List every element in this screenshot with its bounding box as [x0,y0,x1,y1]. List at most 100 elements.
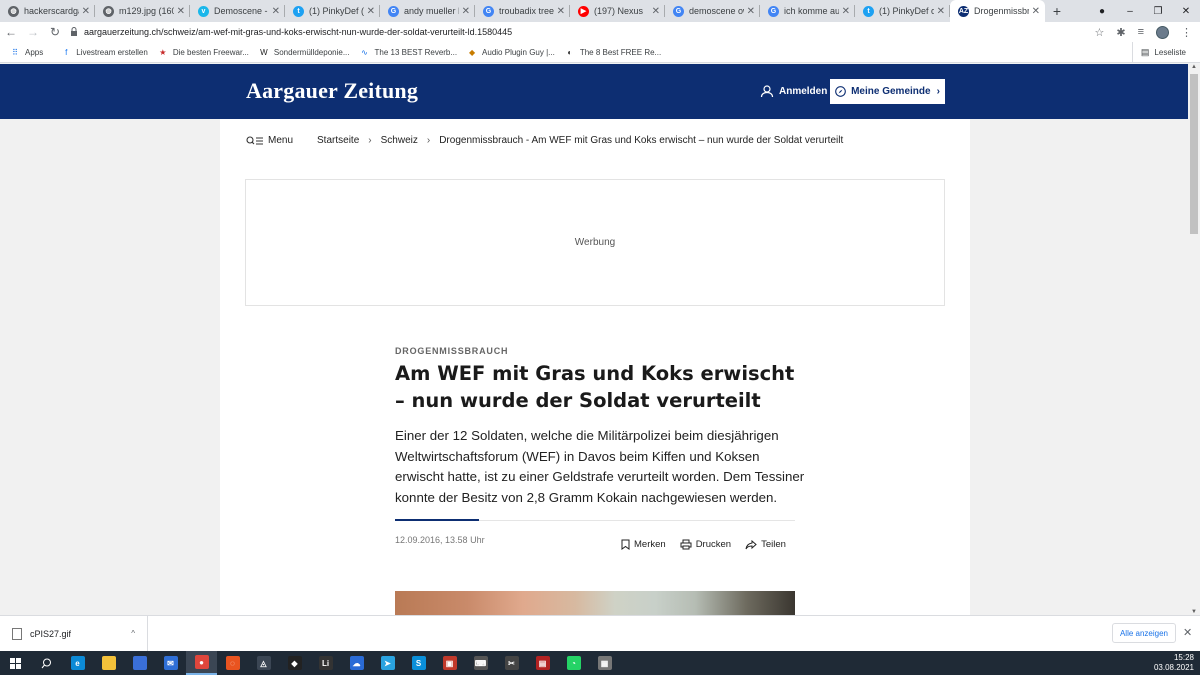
start-button[interactable] [0,651,31,675]
login-link[interactable]: Anmelden [760,84,827,98]
bookmark-item[interactable]: ★ Die besten Freewar... [158,47,249,57]
close-tab-icon[interactable]: ✕ [937,6,945,17]
apps-grid-icon: ⠿ [12,47,18,57]
show-all-downloads-button[interactable]: Alle anzeigen [1112,623,1176,643]
chevron-up-icon[interactable]: ^ [131,629,135,638]
page-viewport: Aargauer Zeitung Anmelden Meine Gemeinde… [0,64,1188,615]
close-tab-icon[interactable]: ✕ [1032,6,1040,17]
browser-menu-icon[interactable]: ⋮ [1181,26,1192,39]
taskbar-app-keyboard[interactable]: ⌨ [465,651,496,675]
login-label: Anmelden [779,85,828,97]
menu-button[interactable]: Menu [246,135,293,146]
close-tab-icon[interactable]: ✕ [842,6,850,17]
tab-1[interactable]: ◍ m129.jpg (1600✕ [95,0,190,22]
print-button[interactable]: Drucken [680,539,731,550]
bookmark-item[interactable]: ∿ The 13 BEST Reverb... [359,47,457,57]
bookmark-item[interactable]: W Sondermülldeponie... [259,47,349,57]
extensions-icon[interactable]: ✱ [1116,26,1125,39]
star-icon: ★ [159,47,167,57]
print-icon [680,539,692,550]
reload-button[interactable]: ↻ [44,25,66,39]
forward-button[interactable]: → [22,25,44,39]
taskbar-app-mail[interactable]: ✉ [155,651,186,675]
back-button[interactable]: ← [0,25,22,39]
close-tab-icon[interactable]: ✕ [747,6,755,17]
tab-strip: ◍hackerscardgam✕◍m129.jpg (1600✕vDemosce… [0,0,1200,22]
tab-6[interactable]: ▶ (197) Nexus ✕ [570,0,665,22]
bookmark-star-icon[interactable]: ☆ [1094,26,1104,39]
download-item[interactable]: cPIS27.gif ^ [0,615,148,652]
inkscape-icon: ◆ [287,656,302,670]
close-tab-icon[interactable]: ✕ [557,6,565,17]
taskbar: e ✉ ● ◌ ◬ ◆ Li ☁ ➤ S ▣ ⌨ ✂ ▤ ◔ ▦ 15:28 03.08.2021 [0,651,1200,675]
site-logo[interactable]: Aargauer Zeitung [246,78,418,104]
close-tab-icon[interactable]: ✕ [82,6,90,17]
scroll-up-icon[interactable]: ▲ [1188,64,1200,70]
tab-search-icon[interactable]: ● [1088,6,1116,17]
media-controls-icon[interactable]: ≡ [1138,26,1144,38]
tab-8[interactable]: Gich komme aus ✕ [760,0,855,22]
breadcrumb-section[interactable]: Schweiz [381,135,418,146]
close-tab-icon[interactable]: ✕ [272,6,280,17]
taskbar-app-live[interactable]: Li [310,651,341,675]
tab-title: troubadix tree - [499,6,554,16]
close-icon[interactable]: ✕ [1183,626,1192,639]
app-icon: ▣ [442,656,457,670]
taskbar-app-app2[interactable]: ▦ [589,651,620,675]
tab-10[interactable]: AZ Drogenmissbrau✕ [950,0,1045,22]
url-field[interactable]: aargauerzeitung.ch/schweiz/am-wef-mit-gr… [70,23,1130,41]
tab-9[interactable]: t (1) PinkyDef on✕ [855,0,950,22]
share-button[interactable]: Teilen [745,539,786,550]
tab-3[interactable]: t (1) PinkyDef (@✕ [285,0,380,22]
reading-list-button[interactable]: ▤ Leseliste [1131,42,1186,62]
tab-title: (197) Nexus [594,6,644,16]
tab-5[interactable]: Gtroubadix tree - ✕ [475,0,570,22]
breadcrumb-home[interactable]: Startseite [317,135,359,146]
taskbar-app-tool[interactable]: ✂ [496,651,527,675]
tab-2[interactable]: v Demoscene - "C✕ [190,0,285,22]
bookmark-item[interactable]: f Livestream erstellen [61,47,148,57]
taskbar-app-telegram[interactable]: ➤ [372,651,403,675]
tab-title: Demoscene - "C [214,6,269,16]
taskbar-app-app[interactable]: ▣ [434,651,465,675]
taskbar-app-audio[interactable]: ▤ [527,651,558,675]
windows-icon [10,657,21,669]
my-community-button[interactable]: Meine Gemeinde › [830,79,945,104]
search-button[interactable] [31,651,62,675]
bookmark-item[interactable]: ⠿ Apps [10,47,43,57]
close-tab-icon[interactable]: ✕ [367,6,375,17]
tab-7[interactable]: Gdemoscene owl✕ [665,0,760,22]
taskbar-app-edge[interactable]: e [62,651,93,675]
taskbar-app-skype[interactable]: S [403,651,434,675]
profile-avatar[interactable] [1156,25,1169,39]
system-clock[interactable]: 15:28 03.08.2021 [1154,653,1194,673]
close-tab-icon[interactable]: ✕ [652,6,660,17]
close-tab-icon[interactable]: ✕ [462,6,470,17]
taskbar-app-inkscape[interactable]: ◆ [279,651,310,675]
bookmark-item[interactable]: ◐ The 8 Best FREE Re... [565,47,661,57]
scroll-thumb[interactable] [1190,74,1198,234]
taskbar-app-store[interactable] [124,651,155,675]
maximize-button[interactable]: ❐ [1144,6,1172,17]
tab-0[interactable]: ◍ hackerscardgam✕ [0,0,95,22]
taskbar-app-cloud[interactable]: ☁ [341,651,372,675]
search-icon [41,658,51,668]
taskbar-app-chrome[interactable]: ● [186,651,217,675]
close-tab-icon[interactable]: ✕ [177,6,185,17]
close-window-button[interactable]: ✕ [1172,6,1200,17]
taskbar-app-file-explorer[interactable] [93,651,124,675]
lock-icon[interactable] [70,26,84,38]
taskbar-app-whatsapp[interactable]: ◔ [558,651,589,675]
share-label: Teilen [761,539,786,550]
bookmark-item[interactable]: ◆ Audio Plugin Guy |... [467,47,555,57]
minimize-button[interactable]: – [1116,6,1144,17]
bookmark-button[interactable]: Merken [621,539,666,550]
live-icon: Li [318,656,333,670]
article-kicker: DROGENMISSBRAUCH [395,346,509,356]
az-icon: AZ [958,5,969,17]
taskbar-app-ubuntu[interactable]: ◌ [217,651,248,675]
tab-4[interactable]: Gandy mueller M✕ [380,0,475,22]
page-scrollbar[interactable]: ▲ ▼ [1188,64,1200,615]
taskbar-app-game[interactable]: ◬ [248,651,279,675]
new-tab-button[interactable]: + [1045,0,1069,22]
